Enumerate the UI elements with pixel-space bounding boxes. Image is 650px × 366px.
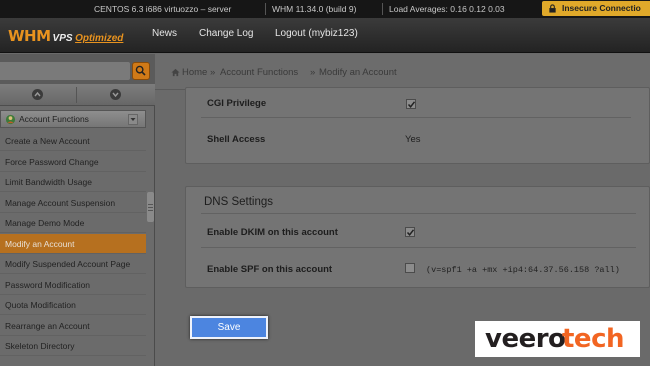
grip-line bbox=[148, 204, 153, 205]
search-icon bbox=[135, 65, 146, 76]
server-os-info: CENTOS 6.3 i686 virtuozzo – server bbox=[94, 4, 232, 14]
sidebar-item-force-password-change[interactable]: Force Password Change bbox=[0, 152, 146, 172]
server-status-bar: CENTOS 6.3 i686 virtuozzo – server WHM 1… bbox=[0, 0, 650, 18]
sidebar-search-input[interactable] bbox=[0, 62, 130, 80]
watermark-text-tech: tech bbox=[562, 324, 624, 354]
whm-version: WHM 11.34.0 (build 9) bbox=[272, 4, 357, 14]
category-label: Account Functions bbox=[19, 114, 89, 124]
row-divider bbox=[201, 247, 636, 248]
breadcrumb: Home » Account Functions » Modify an Acc… bbox=[155, 54, 650, 90]
grip-line bbox=[148, 207, 153, 208]
nav-news-link[interactable]: News bbox=[152, 28, 177, 39]
top-header: WHM VPS Optimized News Change Log Logout … bbox=[0, 18, 650, 53]
status-divider bbox=[265, 3, 266, 15]
veerotech-watermark: veero tech bbox=[475, 321, 640, 357]
sidebar-item-modify-an-account[interactable]: Modify an Account bbox=[0, 233, 146, 254]
chevron-up-icon bbox=[34, 91, 41, 97]
load-averages: Load Averages: 0.16 0.12 0.03 bbox=[389, 4, 505, 14]
logo-optimized-text: Optimized bbox=[75, 33, 124, 44]
spf-record-text: (v=spf1 +a +mx +ip4:64.37.56.158 ?all) bbox=[426, 265, 620, 275]
sidebar-scroll-down-button[interactable] bbox=[110, 89, 121, 100]
sidebar-scroll-up-button[interactable] bbox=[32, 89, 43, 100]
dkim-label: Enable DKIM on this account bbox=[207, 227, 338, 238]
category-account-functions[interactable]: Account Functions bbox=[0, 110, 146, 128]
breadcrumb-account-functions-link[interactable]: Account Functions bbox=[220, 67, 298, 78]
sidebar: Account Functions Create a New Account Fo… bbox=[0, 84, 155, 366]
shell-access-value: Yes bbox=[405, 134, 421, 145]
cgi-privilege-checkbox[interactable] bbox=[406, 99, 416, 109]
sidebar-scroll-controls bbox=[0, 84, 155, 106]
spf-checkbox[interactable] bbox=[405, 263, 415, 273]
lock-icon bbox=[549, 4, 556, 13]
shell-access-label: Shell Access bbox=[207, 134, 266, 145]
home-icon bbox=[171, 68, 180, 77]
sidebar-item-create-a-new-account[interactable]: Create a New Account bbox=[0, 131, 146, 151]
sidebar-item-manage-account-suspension[interactable]: Manage Account Suspension bbox=[0, 193, 146, 213]
scroll-divider bbox=[76, 87, 77, 103]
insecure-connection-badge[interactable]: Insecure Connectio bbox=[542, 1, 650, 16]
grip-line bbox=[148, 210, 153, 211]
checkmark-icon bbox=[406, 229, 415, 236]
sidebar-item-password-modification[interactable]: Password Modification bbox=[0, 275, 146, 295]
sidebar-item-quota-modification[interactable]: Quota Modification bbox=[0, 295, 146, 315]
breadcrumb-separator: » bbox=[310, 67, 316, 78]
row-divider bbox=[201, 117, 631, 118]
title-divider bbox=[201, 213, 636, 214]
logo-whm-text: WHM bbox=[8, 27, 51, 45]
collapse-caret-icon bbox=[128, 114, 138, 125]
chevron-down-icon bbox=[112, 92, 119, 98]
cgi-privilege-label: CGI Privilege bbox=[207, 98, 267, 109]
account-functions-icon bbox=[5, 114, 16, 125]
privileges-panel: CGI Privilege Shell Access Yes bbox=[185, 87, 650, 164]
watermark-text-veero: veero bbox=[485, 324, 566, 354]
insecure-connection-label: Insecure Connectio bbox=[562, 3, 641, 13]
sidebar-item-limit-bandwidth-usage[interactable]: Limit Bandwidth Usage bbox=[0, 172, 146, 192]
breadcrumb-separator: » bbox=[210, 67, 216, 78]
nav-logout-link[interactable]: Logout (mybiz123) bbox=[275, 28, 358, 39]
dns-settings-title: DNS Settings bbox=[204, 196, 274, 208]
sidebar-item-rearrange-an-account[interactable]: Rearrange an Account bbox=[0, 316, 146, 336]
breadcrumb-current-page: Modify an Account bbox=[319, 67, 397, 78]
sidebar-scrollbar-thumb[interactable] bbox=[147, 192, 154, 222]
sidebar-item-manage-demo-mode[interactable]: Manage Demo Mode bbox=[0, 213, 146, 233]
search-button[interactable] bbox=[132, 62, 150, 80]
nav-change-log-link[interactable]: Change Log bbox=[199, 28, 254, 39]
sidebar-item-skeleton-directory[interactable]: Skeleton Directory bbox=[0, 336, 146, 356]
breadcrumb-home-link[interactable]: Home bbox=[182, 67, 207, 78]
status-divider bbox=[382, 3, 383, 15]
dkim-checkbox[interactable] bbox=[405, 227, 415, 237]
spf-label: Enable SPF on this account bbox=[207, 264, 333, 275]
logo-vps-text: VPS bbox=[52, 33, 73, 44]
sidebar-item-modify-suspended-account-page[interactable]: Modify Suspended Account Page bbox=[0, 254, 146, 274]
dns-settings-panel: DNS Settings Enable DKIM on this account… bbox=[185, 186, 650, 288]
checkmark-icon bbox=[407, 101, 416, 108]
save-button[interactable]: Save bbox=[190, 316, 268, 339]
whm-logo[interactable]: WHM VPS Optimized bbox=[8, 27, 123, 45]
